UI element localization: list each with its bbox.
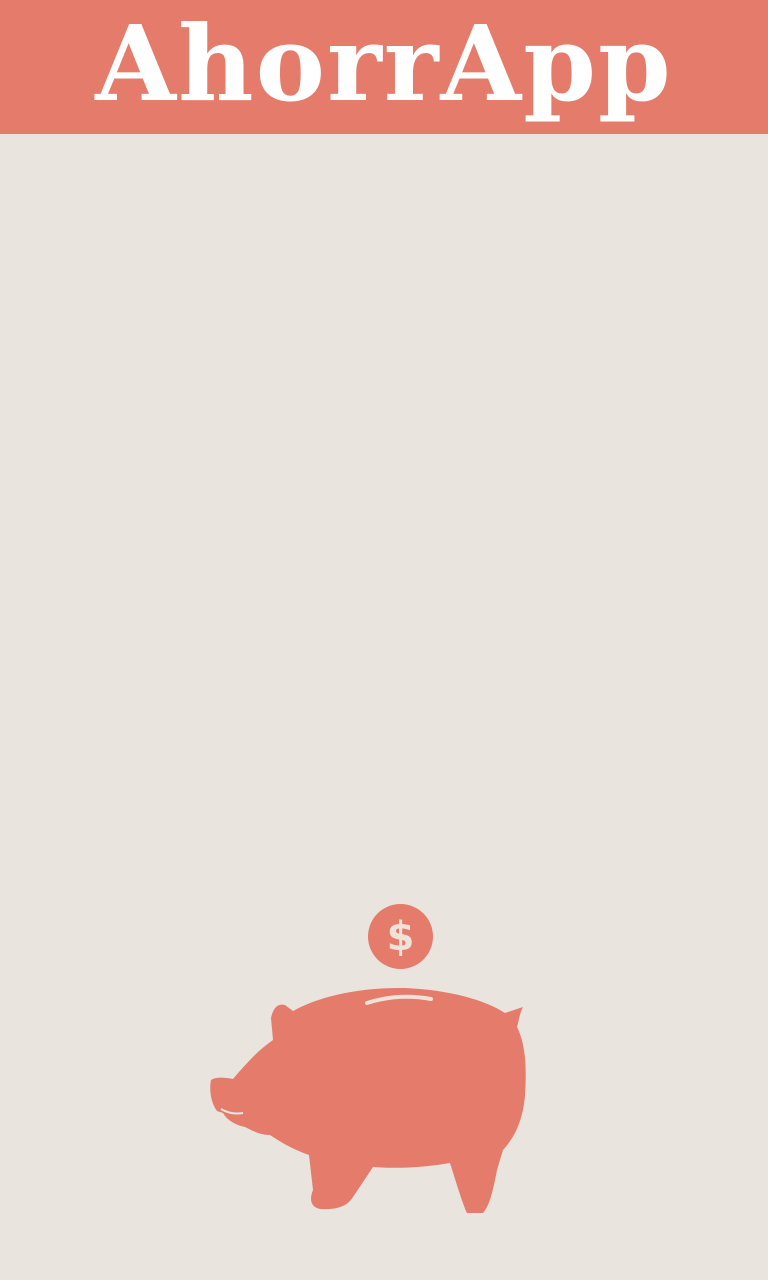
piggy-bank-icon: [210, 987, 526, 1213]
piggy-body: [210, 987, 526, 1213]
app-header: AhorrApp: [0, 0, 768, 134]
dollar-sign: $: [386, 913, 415, 960]
app-title: AhorrApp: [95, 2, 673, 125]
dollar-coin-icon: $: [368, 904, 433, 969]
